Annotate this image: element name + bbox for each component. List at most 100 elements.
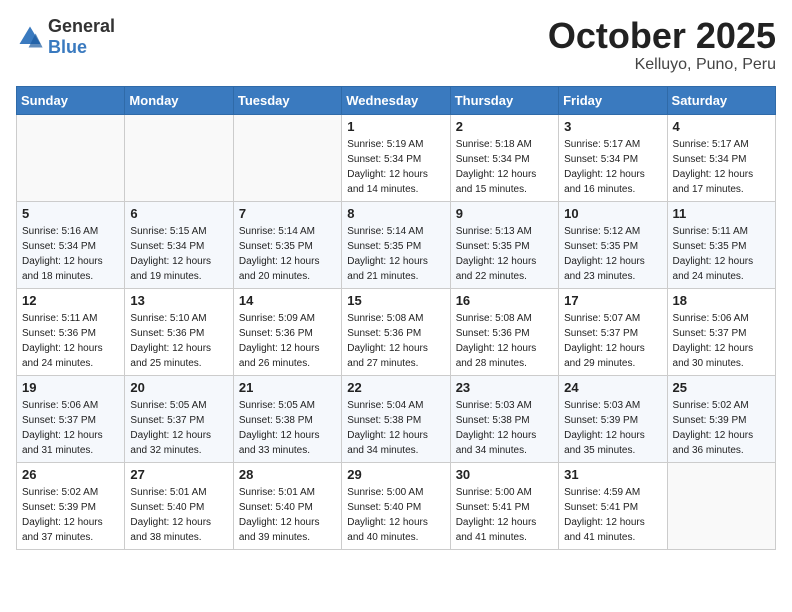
day-number: 24	[564, 380, 661, 395]
day-number: 25	[673, 380, 770, 395]
calendar-cell: 23 Sunrise: 5:03 AM Sunset: 5:38 PM Dayli…	[450, 375, 558, 462]
location-title: Kelluyo, Puno, Peru	[548, 56, 776, 74]
day-info: Sunrise: 5:11 AM Sunset: 5:35 PM Dayligh…	[673, 224, 770, 284]
weekday-header: Friday	[559, 86, 667, 114]
calendar-cell: 7 Sunrise: 5:14 AM Sunset: 5:35 PM Daylig…	[233, 201, 341, 288]
day-number: 10	[564, 206, 661, 221]
day-number: 22	[347, 380, 444, 395]
day-number: 16	[456, 293, 553, 308]
day-number: 29	[347, 467, 444, 482]
day-number: 14	[239, 293, 336, 308]
day-info: Sunrise: 5:17 AM Sunset: 5:34 PM Dayligh…	[673, 137, 770, 197]
calendar-cell: 19 Sunrise: 5:06 AM Sunset: 5:37 PM Dayli…	[17, 375, 125, 462]
day-info: Sunrise: 5:08 AM Sunset: 5:36 PM Dayligh…	[347, 311, 444, 371]
calendar-cell: 16 Sunrise: 5:08 AM Sunset: 5:36 PM Dayli…	[450, 288, 558, 375]
weekday-header: Monday	[125, 86, 233, 114]
calendar-week-row: 5Sunrise: 5:16 AM Sunset: 5:34 PM Daylig…	[17, 201, 776, 288]
day-number: 21	[239, 380, 336, 395]
day-number: 7	[239, 206, 336, 221]
weekday-header: Sunday	[17, 86, 125, 114]
day-info: Sunrise: 5:10 AM Sunset: 5:36 PM Dayligh…	[130, 311, 227, 371]
day-info: Sunrise: 5:05 AM Sunset: 5:37 PM Dayligh…	[130, 398, 227, 458]
day-number: 6	[130, 206, 227, 221]
calendar-cell: 22 Sunrise: 5:04 AM Sunset: 5:38 PM Dayli…	[342, 375, 450, 462]
day-number: 1	[347, 119, 444, 134]
calendar-cell	[233, 114, 341, 201]
calendar-week-row: 26 Sunrise: 5:02 AM Sunset: 5:39 PM Dayli…	[17, 462, 776, 549]
day-number: 8	[347, 206, 444, 221]
day-info: Sunrise: 5:04 AM Sunset: 5:38 PM Dayligh…	[347, 398, 444, 458]
day-number: 3	[564, 119, 661, 134]
calendar-cell: 24Sunrise: 5:03 AM Sunset: 5:39 PM Dayli…	[559, 375, 667, 462]
calendar-cell: 25 Sunrise: 5:02 AM Sunset: 5:39 PM Dayli…	[667, 375, 775, 462]
calendar-week-row: 1 Sunrise: 5:19 AM Sunset: 5:34 PM Daylig…	[17, 114, 776, 201]
day-number: 9	[456, 206, 553, 221]
calendar-table: SundayMondayTuesdayWednesdayThursdayFrid…	[16, 86, 776, 550]
calendar-cell	[17, 114, 125, 201]
calendar-cell: 4 Sunrise: 5:17 AM Sunset: 5:34 PM Daylig…	[667, 114, 775, 201]
day-info: Sunrise: 5:06 AM Sunset: 5:37 PM Dayligh…	[673, 311, 770, 371]
calendar-cell: 9Sunrise: 5:13 AM Sunset: 5:35 PM Daylig…	[450, 201, 558, 288]
month-title: October 2025	[548, 16, 776, 56]
calendar-cell	[125, 114, 233, 201]
calendar-cell: 12 Sunrise: 5:11 AM Sunset: 5:36 PM Dayli…	[17, 288, 125, 375]
calendar-cell: 8 Sunrise: 5:14 AM Sunset: 5:35 PM Daylig…	[342, 201, 450, 288]
calendar-cell: 26 Sunrise: 5:02 AM Sunset: 5:39 PM Dayli…	[17, 462, 125, 549]
title-block: October 2025 Kelluyo, Puno, Peru	[548, 16, 776, 74]
day-number: 13	[130, 293, 227, 308]
day-number: 5	[22, 206, 119, 221]
calendar-cell: 1 Sunrise: 5:19 AM Sunset: 5:34 PM Daylig…	[342, 114, 450, 201]
day-info: Sunrise: 5:02 AM Sunset: 5:39 PM Dayligh…	[22, 485, 119, 545]
day-number: 17	[564, 293, 661, 308]
day-number: 12	[22, 293, 119, 308]
day-info: Sunrise: 5:17 AM Sunset: 5:34 PM Dayligh…	[564, 137, 661, 197]
day-number: 26	[22, 467, 119, 482]
day-number: 2	[456, 119, 553, 134]
calendar-cell: 5Sunrise: 5:16 AM Sunset: 5:34 PM Daylig…	[17, 201, 125, 288]
day-number: 30	[456, 467, 553, 482]
calendar-week-row: 12 Sunrise: 5:11 AM Sunset: 5:36 PM Dayli…	[17, 288, 776, 375]
weekday-header: Saturday	[667, 86, 775, 114]
calendar-cell: 2Sunrise: 5:18 AM Sunset: 5:34 PM Daylig…	[450, 114, 558, 201]
calendar-cell: 13 Sunrise: 5:10 AM Sunset: 5:36 PM Dayli…	[125, 288, 233, 375]
day-number: 28	[239, 467, 336, 482]
day-number: 11	[673, 206, 770, 221]
day-info: Sunrise: 5:05 AM Sunset: 5:38 PM Dayligh…	[239, 398, 336, 458]
day-number: 18	[673, 293, 770, 308]
weekday-header: Tuesday	[233, 86, 341, 114]
calendar-cell: 14Sunrise: 5:09 AM Sunset: 5:36 PM Dayli…	[233, 288, 341, 375]
logo: General Blue	[16, 16, 115, 58]
calendar-cell: 29Sunrise: 5:00 AM Sunset: 5:40 PM Dayli…	[342, 462, 450, 549]
day-info: Sunrise: 5:06 AM Sunset: 5:37 PM Dayligh…	[22, 398, 119, 458]
day-number: 20	[130, 380, 227, 395]
day-info: Sunrise: 5:02 AM Sunset: 5:39 PM Dayligh…	[673, 398, 770, 458]
day-number: 27	[130, 467, 227, 482]
day-info: Sunrise: 4:59 AM Sunset: 5:41 PM Dayligh…	[564, 485, 661, 545]
calendar-cell: 31 Sunrise: 4:59 AM Sunset: 5:41 PM Dayli…	[559, 462, 667, 549]
day-info: Sunrise: 5:19 AM Sunset: 5:34 PM Dayligh…	[347, 137, 444, 197]
day-info: Sunrise: 5:00 AM Sunset: 5:41 PM Dayligh…	[456, 485, 553, 545]
day-number: 23	[456, 380, 553, 395]
page-header: General Blue October 2025 Kelluyo, Puno,…	[16, 16, 776, 74]
day-info: Sunrise: 5:11 AM Sunset: 5:36 PM Dayligh…	[22, 311, 119, 371]
weekday-header: Wednesday	[342, 86, 450, 114]
calendar-cell: 17Sunrise: 5:07 AM Sunset: 5:37 PM Dayli…	[559, 288, 667, 375]
day-number: 4	[673, 119, 770, 134]
day-info: Sunrise: 5:03 AM Sunset: 5:38 PM Dayligh…	[456, 398, 553, 458]
day-number: 19	[22, 380, 119, 395]
day-number: 31	[564, 467, 661, 482]
day-info: Sunrise: 5:08 AM Sunset: 5:36 PM Dayligh…	[456, 311, 553, 371]
calendar-cell: 21 Sunrise: 5:05 AM Sunset: 5:38 PM Dayli…	[233, 375, 341, 462]
calendar-cell: 18 Sunrise: 5:06 AM Sunset: 5:37 PM Dayli…	[667, 288, 775, 375]
calendar-cell: 27Sunrise: 5:01 AM Sunset: 5:40 PM Dayli…	[125, 462, 233, 549]
day-info: Sunrise: 5:14 AM Sunset: 5:35 PM Dayligh…	[347, 224, 444, 284]
calendar-cell: 6Sunrise: 5:15 AM Sunset: 5:34 PM Daylig…	[125, 201, 233, 288]
weekday-header: Thursday	[450, 86, 558, 114]
day-info: Sunrise: 5:14 AM Sunset: 5:35 PM Dayligh…	[239, 224, 336, 284]
calendar-cell: 11 Sunrise: 5:11 AM Sunset: 5:35 PM Dayli…	[667, 201, 775, 288]
logo-text-general: General	[48, 16, 115, 36]
calendar-cell: 28Sunrise: 5:01 AM Sunset: 5:40 PM Dayli…	[233, 462, 341, 549]
calendar-cell: 20 Sunrise: 5:05 AM Sunset: 5:37 PM Dayli…	[125, 375, 233, 462]
calendar-cell: 15 Sunrise: 5:08 AM Sunset: 5:36 PM Dayli…	[342, 288, 450, 375]
day-number: 15	[347, 293, 444, 308]
